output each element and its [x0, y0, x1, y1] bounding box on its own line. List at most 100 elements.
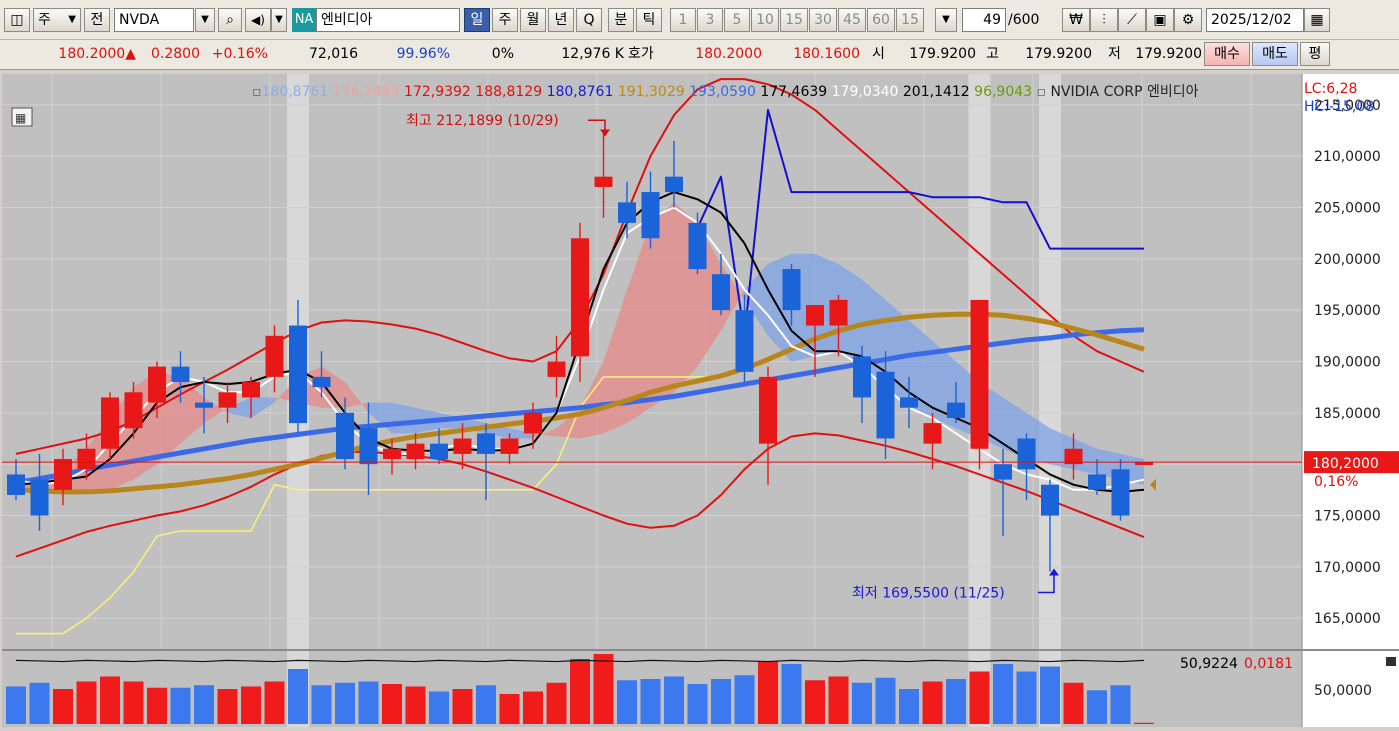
candle-body: [77, 448, 96, 470]
volume-value: 50,9224: [1180, 656, 1238, 672]
volume-bar: [1063, 682, 1084, 724]
candle-body: [1111, 469, 1130, 516]
line-tool-icon[interactable]: ⟋: [1118, 8, 1146, 32]
legend-marker-icon: ▫: [1037, 84, 1051, 100]
interval-button[interactable]: 3: [697, 8, 723, 32]
symbol-input[interactable]: NVDA: [114, 8, 194, 32]
legend-value: 176,7469: [333, 84, 404, 100]
y-tick-label: 200,0000: [1314, 252, 1381, 268]
period-tab[interactable]: 틱: [636, 8, 662, 32]
speaker-dropdown-icon[interactable]: ▼: [271, 8, 287, 32]
period-tab[interactable]: 일: [464, 8, 490, 32]
legend-value: 177,4639: [760, 84, 831, 100]
interval-button[interactable]: 15: [896, 8, 924, 32]
interval-button[interactable]: 45: [838, 8, 866, 32]
candle-body: [312, 376, 331, 388]
lc-value: LC:6,28: [1304, 81, 1357, 97]
legend-value: 180,8761: [547, 84, 618, 100]
chart-area[interactable]: 최고 212,1899 (10/29) 최저 169,5500 (11/25) 2…: [2, 74, 1399, 727]
period-tab[interactable]: 분: [608, 8, 634, 32]
date-input[interactable]: 2025/12/02: [1206, 8, 1304, 32]
candle-body: [524, 412, 542, 434]
candle-body: [336, 412, 354, 460]
interval-button[interactable]: 1: [670, 8, 696, 32]
zero-percent: 0%: [491, 46, 514, 62]
interval-button[interactable]: 5: [724, 8, 750, 32]
period-tab[interactable]: Q: [576, 8, 602, 32]
volume-bar: [523, 691, 543, 724]
calendar-icon[interactable]: ▦: [1304, 8, 1330, 32]
volume-change: 0,0181: [1244, 656, 1293, 672]
volume-bar: [358, 681, 379, 724]
currency-icon[interactable]: ₩: [1062, 8, 1090, 32]
candle-body: [383, 448, 401, 460]
candle-body: [148, 366, 166, 403]
eval-button[interactable]: 평: [1300, 42, 1330, 66]
interval-button[interactable]: 15: [780, 8, 808, 32]
legend-value: 179,0340: [832, 84, 903, 100]
hc-value: HC:-15,08: [1304, 99, 1374, 115]
gear-icon[interactable]: ⚙: [1174, 8, 1202, 32]
legend-value: 180,8761: [262, 84, 333, 100]
interval-button[interactable]: 10: [751, 8, 779, 32]
candle-body: [242, 382, 260, 398]
volume-bar: [405, 686, 426, 724]
volume-bar: [382, 684, 402, 724]
price-chart[interactable]: 최고 212,1899 (10/29) 최저 169,5500 (11/25) 2…: [2, 74, 1399, 727]
high-price: 179.9200: [1025, 46, 1092, 62]
candle-body: [218, 392, 237, 408]
symbol-dropdown-icon[interactable]: ▼: [195, 8, 215, 32]
candle-body: [359, 428, 378, 465]
candle-body: [30, 479, 49, 516]
volume-bar: [100, 676, 120, 724]
indicator-legend: ▫180,8761 176,7469 172,9392 188,8129 180…: [252, 84, 1199, 100]
bid-price: 180.1600: [793, 46, 860, 62]
volume: 72,016: [309, 46, 358, 62]
price-change: 0.2800: [151, 46, 200, 62]
candle-body: [195, 402, 213, 408]
candle-body: [430, 443, 448, 460]
search-icon[interactable]: ⌕: [218, 8, 242, 32]
stock-name-field[interactable]: 엔비디아: [316, 8, 460, 32]
interval-dropdown-icon[interactable]: ▼: [935, 8, 957, 32]
volume-ratio: 99.96%: [396, 46, 450, 62]
price-tag-value: 180,2000: [1312, 456, 1379, 472]
save-icon[interactable]: ▣: [1146, 8, 1174, 32]
volume-bar: [969, 671, 990, 724]
candle-body: [994, 464, 1012, 480]
interval-button[interactable]: 30: [809, 8, 837, 32]
period-tab[interactable]: 년: [548, 8, 574, 32]
volume-bar: [570, 659, 590, 724]
sell-button[interactable]: 매도: [1252, 42, 1298, 66]
prev-button[interactable]: 전: [84, 8, 110, 32]
volume-bar: [734, 675, 755, 724]
period-tab[interactable]: 주: [492, 8, 518, 32]
volume-bar: [476, 685, 496, 724]
volume-bar: [76, 681, 97, 724]
volume-bar: [147, 687, 167, 724]
count-input[interactable]: 49: [962, 8, 1006, 32]
volume-bar: [452, 689, 473, 724]
candle-body: [547, 361, 566, 377]
buy-button[interactable]: 매수: [1204, 42, 1250, 66]
speaker-icon[interactable]: ◀): [245, 8, 271, 32]
volume-bar: [1016, 671, 1037, 724]
volume-bar: [758, 661, 778, 724]
legend-marker-icon: ▫: [252, 84, 262, 100]
high-label: 고: [986, 46, 999, 62]
y-tick-label: 205,0000: [1314, 200, 1381, 216]
period-tab[interactable]: 월: [520, 8, 546, 32]
candle-icon[interactable]: ⫶: [1090, 8, 1118, 32]
volume-close-icon[interactable]: [1386, 657, 1396, 666]
candle-body: [453, 438, 472, 454]
market-select[interactable]: 주 ▼: [33, 8, 81, 32]
legend-value: 172,9392: [404, 84, 475, 100]
y-tick-label: 170,0000: [1314, 560, 1381, 576]
y-tick-label: 175,0000: [1314, 509, 1381, 525]
volume-bar: [6, 686, 26, 724]
candle-body: [970, 299, 989, 449]
chart-type-icon[interactable]: ◫: [4, 8, 30, 32]
candle-body: [477, 433, 495, 454]
interval-button[interactable]: 60: [867, 8, 895, 32]
candle-body: [406, 443, 425, 460]
